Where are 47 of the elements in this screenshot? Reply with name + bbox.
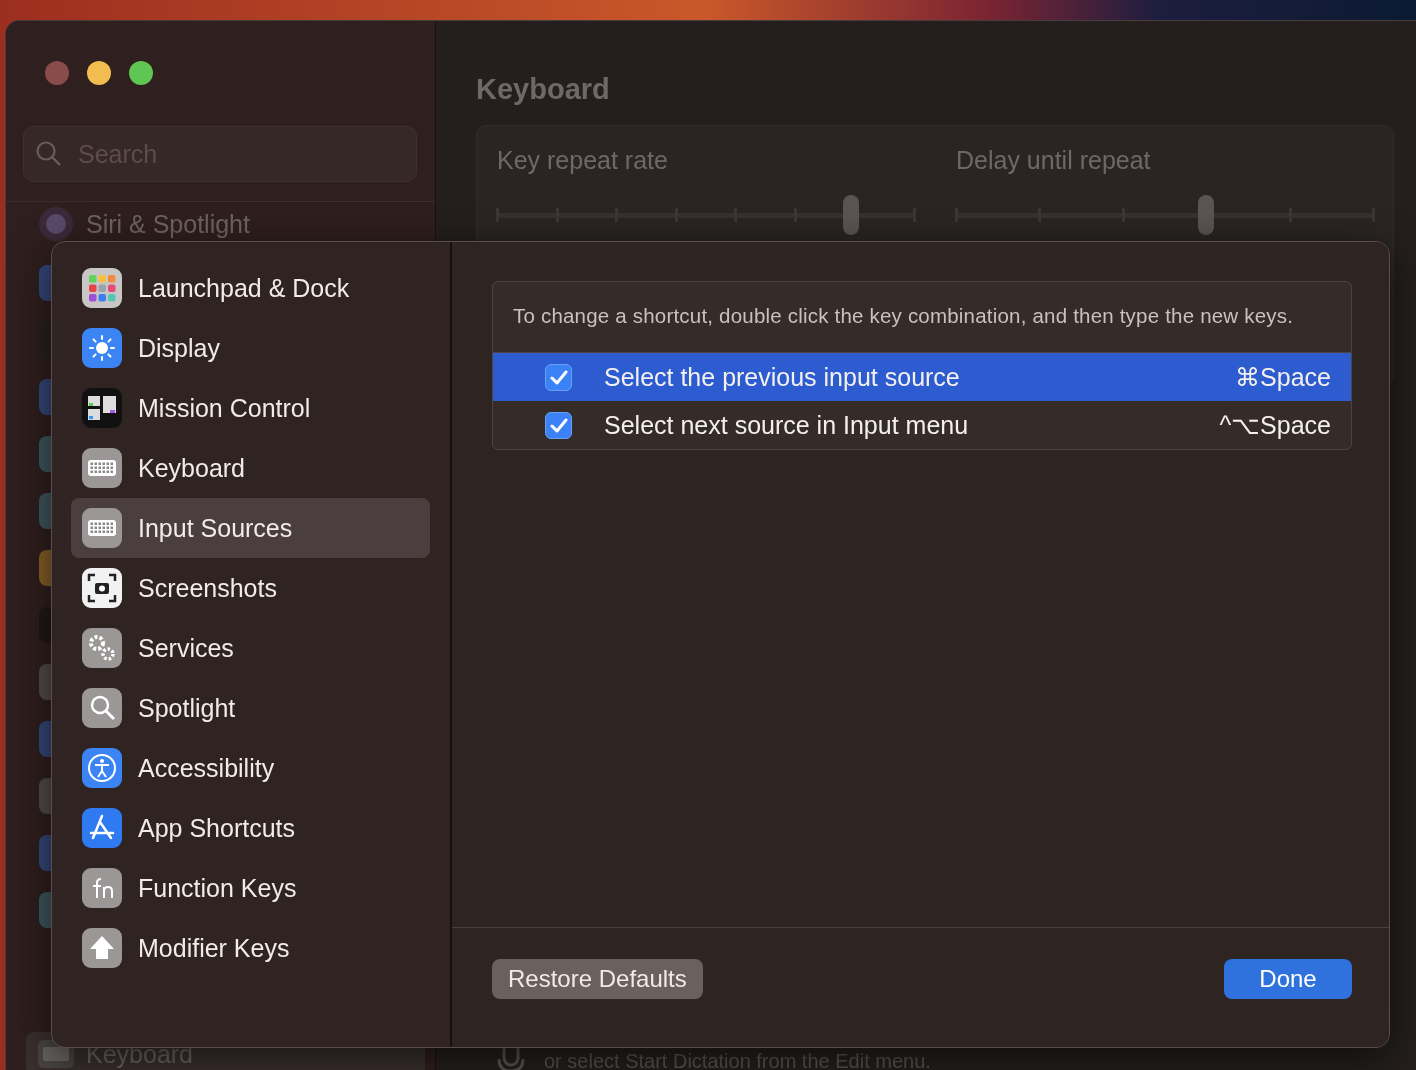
sidebar-item[interactable]: Screenshots [71,558,430,618]
sidebar-item[interactable]: Keyboard [71,438,430,498]
sidebar-item[interactable]: Launchpad & Dock [71,258,430,318]
done-button[interactable]: Done [1224,958,1352,999]
slider[interactable] [956,195,1373,235]
sidebar-item[interactable]: Spotlight [71,678,430,738]
sidebar-item[interactable]: Function Keys [71,858,430,918]
zoom-button[interactable] [129,61,153,85]
app-grid-icon [82,268,122,308]
key-combination: ^⌥Space [1219,410,1331,440]
sidebar-item[interactable]: App Shortcuts [71,798,430,858]
slider-thumb[interactable] [1198,195,1215,235]
sidebar-item[interactable]: Mission Control [71,378,430,438]
checkbox[interactable] [545,363,572,391]
checkmark-icon [549,417,568,433]
key-combination: ⌘Space [1235,362,1331,392]
search-icon [82,688,122,728]
checkbox[interactable] [545,411,572,439]
shortcut-row[interactable]: Select the previous input source ⌘Space [493,353,1351,401]
keyboard-icon [82,508,122,548]
sidebar-item[interactable]: Accessibility [71,738,430,798]
shortcut-label: Select the previous input source [604,362,961,392]
slider-label: Key repeat rate [497,146,669,175]
fn-key-icon [82,868,122,908]
sidebar-item[interactable]: Display [71,318,430,378]
sidebar-item[interactable]: Modifier Keys [71,918,430,978]
windows-icon [82,388,122,428]
slider-thumb[interactable] [843,195,860,235]
keyboard-icon [82,448,122,488]
checkmark-icon [549,369,568,385]
restore-defaults-button[interactable]: Restore Defaults [492,958,703,999]
slider[interactable] [497,195,914,235]
shortcut-row[interactable]: Select next source in Input menu ^⌥Space [493,401,1351,449]
accessibility-icon [82,748,122,788]
app-store-icon [82,808,122,848]
orb-icon [38,206,74,242]
sidebar-item[interactable]: Input Sources [71,498,430,558]
shortcut-label: Select next source in Input menu [604,410,970,440]
gears-icon [82,628,122,668]
sun-icon [82,328,122,368]
page-title: Keyboard [476,72,611,107]
slider-label: Delay until repeat [956,146,1152,175]
arrow-up-icon [82,928,122,968]
sidebar-item[interactable]: Services [71,618,430,678]
close-button[interactable] [45,61,69,85]
camera-icon [82,568,122,608]
minimize-button[interactable] [87,61,111,85]
